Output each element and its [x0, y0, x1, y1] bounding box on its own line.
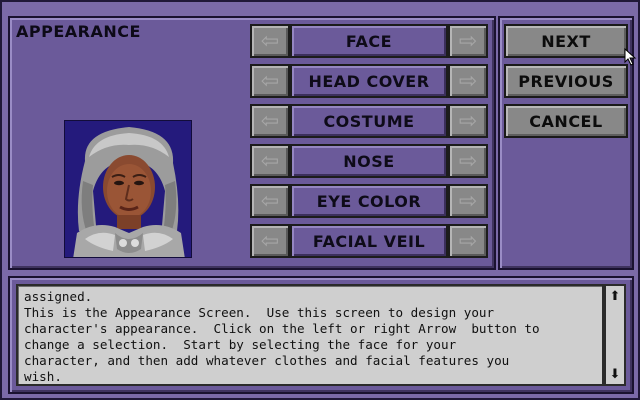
face-selector: ⇦ FACE ⇨ — [250, 24, 488, 58]
help-text-line: assigned. — [24, 289, 93, 304]
right-arrow-icon: ⇨ — [458, 188, 478, 214]
help-text-scrollbar[interactable]: ⬆ ⬇ — [604, 284, 626, 386]
help-text-line: character's appearance. Click on the lef… — [24, 321, 540, 336]
eye-color-label: EYE COLOR — [290, 184, 448, 218]
eye-color-selector: ⇦ EYE COLOR ⇨ — [250, 184, 488, 218]
costume-prev-button[interactable]: ⇦ — [250, 104, 290, 138]
help-text-line: This is the Appearance Screen. Use this … — [24, 305, 495, 320]
head-cover-label: HEAD COVER — [290, 64, 448, 98]
facial-veil-selector: ⇦ FACIAL VEIL ⇨ — [250, 224, 488, 258]
nose-next-button[interactable]: ⇨ — [448, 144, 488, 178]
eye-color-next-button[interactable]: ⇨ — [448, 184, 488, 218]
eye-color-prev-button[interactable]: ⇦ — [250, 184, 290, 218]
scroll-down-icon[interactable]: ⬇ — [606, 365, 624, 383]
left-arrow-icon: ⇦ — [260, 108, 280, 134]
left-arrow-icon: ⇦ — [260, 188, 280, 214]
right-arrow-icon: ⇨ — [458, 28, 478, 54]
character-portrait — [64, 120, 192, 258]
costume-next-button[interactable]: ⇨ — [448, 104, 488, 138]
right-arrow-icon: ⇨ — [458, 68, 478, 94]
left-arrow-icon: ⇦ — [260, 28, 280, 54]
help-text-line: character, and then add whatever clothes… — [24, 353, 510, 368]
nose-prev-button[interactable]: ⇦ — [250, 144, 290, 178]
previous-button[interactable]: PREVIOUS — [504, 64, 628, 98]
scroll-up-icon[interactable]: ⬆ — [606, 287, 624, 305]
right-arrow-icon: ⇨ — [458, 228, 478, 254]
facial-veil-next-button[interactable]: ⇨ — [448, 224, 488, 258]
help-text-area[interactable]: assigned. This is the Appearance Screen.… — [16, 284, 604, 386]
cancel-button[interactable]: CANCEL — [504, 104, 628, 138]
left-arrow-icon: ⇦ — [260, 228, 280, 254]
right-arrow-icon: ⇨ — [458, 148, 478, 174]
head-cover-prev-button[interactable]: ⇦ — [250, 64, 290, 98]
face-label: FACE — [290, 24, 448, 58]
left-arrow-icon: ⇦ — [260, 148, 280, 174]
face-next-button[interactable]: ⇨ — [448, 24, 488, 58]
head-cover-next-button[interactable]: ⇨ — [448, 64, 488, 98]
character-portrait-image — [65, 121, 191, 257]
screen-title: APPEARANCE — [16, 22, 141, 41]
appearance-screen: APPEARANCE ⇦ FACE ⇨ ⇦ HEAD COVER ⇨ ⇦ COS… — [0, 0, 640, 400]
costume-label: COSTUME — [290, 104, 448, 138]
left-arrow-icon: ⇦ — [260, 68, 280, 94]
nose-label: NOSE — [290, 144, 448, 178]
face-prev-button[interactable]: ⇦ — [250, 24, 290, 58]
next-button[interactable]: NEXT — [504, 24, 628, 58]
help-text-line: change a selection. Start by selecting t… — [24, 337, 457, 352]
mouse-cursor-icon — [624, 48, 637, 66]
facial-veil-prev-button[interactable]: ⇦ — [250, 224, 290, 258]
costume-selector: ⇦ COSTUME ⇨ — [250, 104, 488, 138]
nose-selector: ⇦ NOSE ⇨ — [250, 144, 488, 178]
help-text-line: wish. — [24, 369, 62, 384]
right-arrow-icon: ⇨ — [458, 108, 478, 134]
head-cover-selector: ⇦ HEAD COVER ⇨ — [250, 64, 488, 98]
facial-veil-label: FACIAL VEIL — [290, 224, 448, 258]
